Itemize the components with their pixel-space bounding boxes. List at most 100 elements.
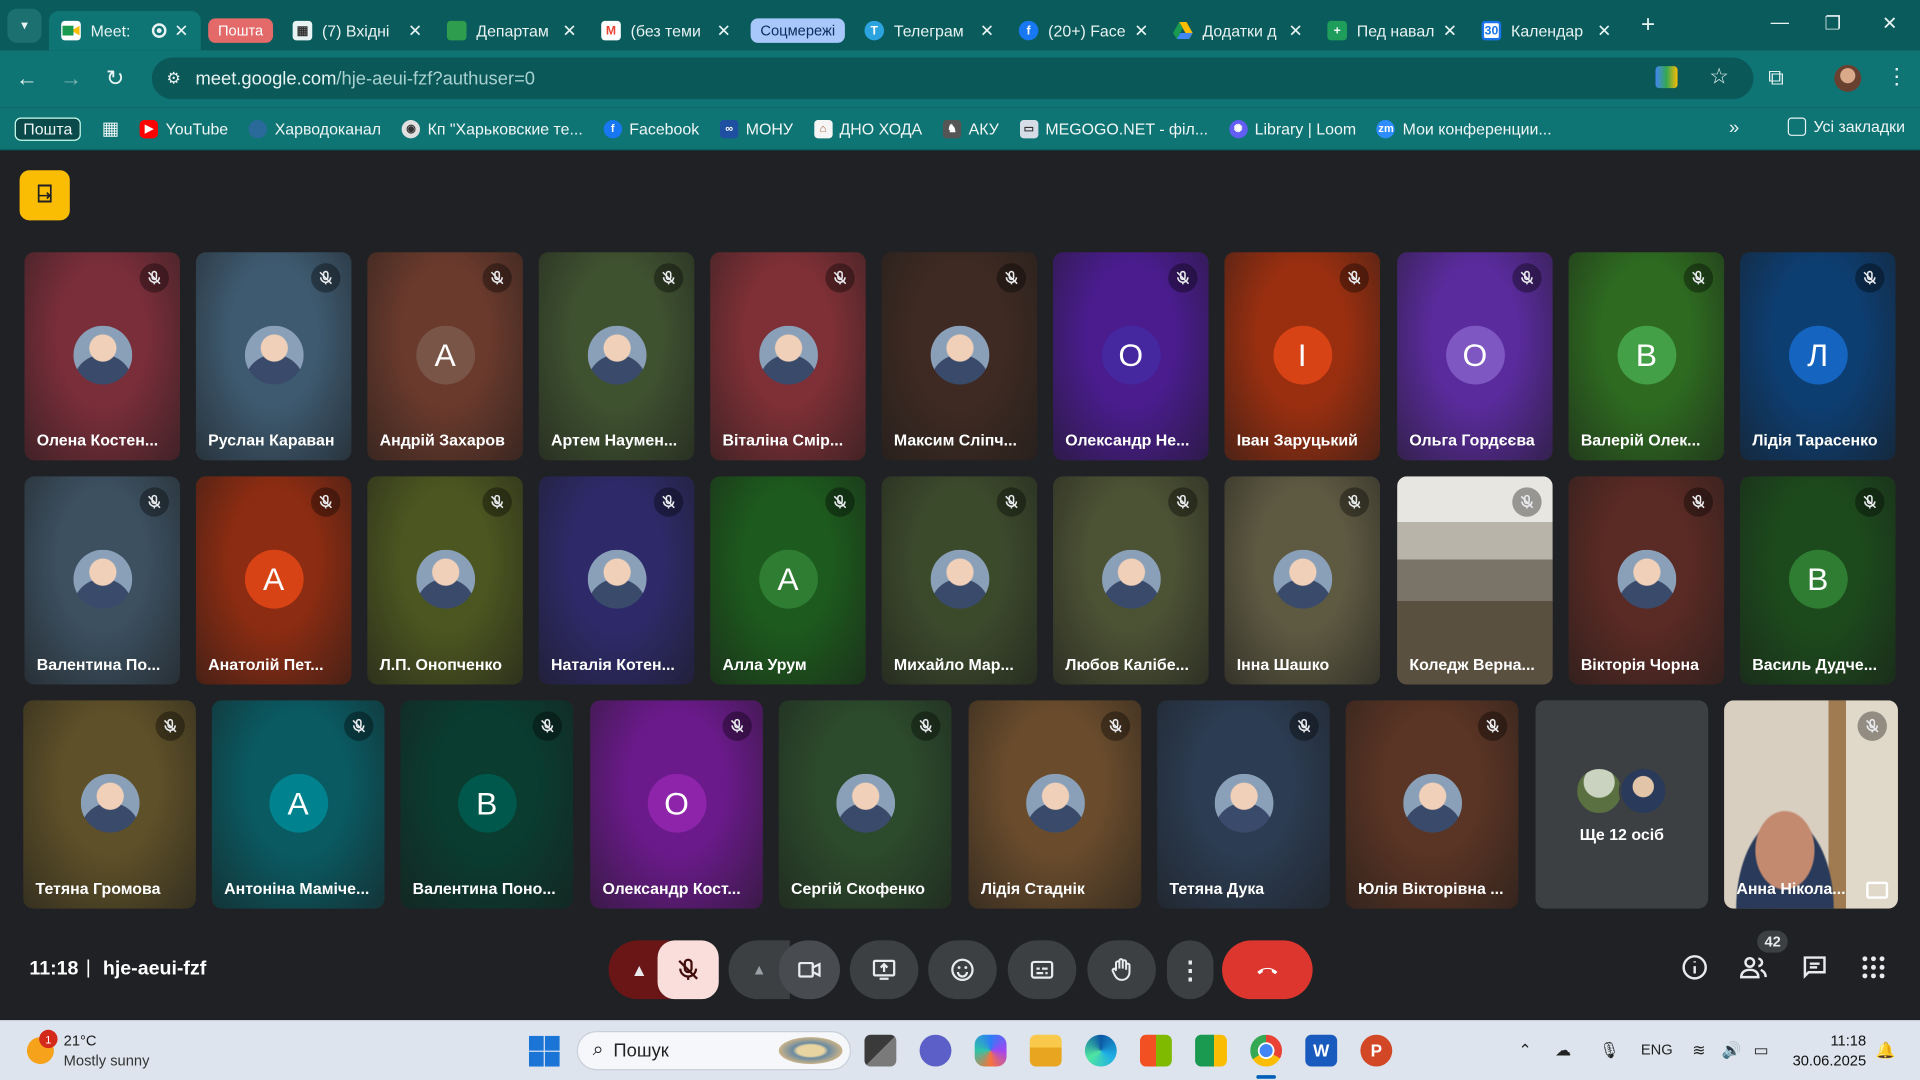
participant-tile[interactable]: В Валентина Поно... bbox=[400, 700, 574, 909]
participant-tile[interactable]: Валентина По... bbox=[24, 476, 181, 685]
participant-tile[interactable]: О Олександр Не... bbox=[1053, 252, 1209, 461]
show-hidden-icons-icon[interactable]: ⌃ bbox=[1518, 1041, 1531, 1061]
participant-tile[interactable]: Коледж Верна... bbox=[1397, 476, 1553, 685]
tab-group-mail[interactable]: Пошта bbox=[208, 17, 274, 43]
bookmark-star-icon[interactable]: ☆ bbox=[1709, 64, 1729, 90]
participant-tile[interactable]: Л Лідія Тарасенко bbox=[1740, 252, 1896, 461]
system-clock[interactable]: 11:18 30.06.2025 bbox=[1790, 1031, 1867, 1070]
profile-avatar[interactable] bbox=[1834, 64, 1862, 92]
more-participants-tile[interactable]: Ще 12 осіб bbox=[1535, 700, 1709, 909]
participant-tile[interactable]: Тетяна Дука bbox=[1157, 700, 1330, 909]
people-icon[interactable] bbox=[1739, 953, 1768, 989]
tab-sheets[interactable]: + Пед навал ✕ bbox=[1315, 11, 1469, 50]
more-options-button[interactable]: ⋮ bbox=[1166, 940, 1214, 1000]
bookmark-loom[interactable]: ✺ Library | Loom bbox=[1228, 119, 1356, 138]
participant-tile[interactable]: Наталія Котен... bbox=[538, 476, 695, 685]
mic-toggle-button[interactable] bbox=[657, 940, 719, 1000]
participant-tile[interactable]: О Олександр Кост... bbox=[590, 700, 763, 909]
participant-tile[interactable]: Анна Нікола... bbox=[1724, 700, 1898, 909]
microphone-icon[interactable]: 🎙 bbox=[1599, 1041, 1619, 1061]
chrome-icon[interactable] bbox=[1250, 1034, 1283, 1067]
participant-tile[interactable]: Олена Костен... bbox=[24, 252, 181, 461]
tab-department[interactable]: Департам ✕ bbox=[435, 11, 589, 50]
notifications-bell-icon[interactable]: 🔔 bbox=[1876, 1041, 1896, 1061]
participant-tile[interactable]: Тетяна Громова bbox=[23, 700, 196, 909]
participant-tile[interactable]: Лідія Стаднік bbox=[968, 700, 1142, 909]
participant-tile[interactable]: Вікторія Чорна bbox=[1568, 476, 1725, 685]
tab-facebook[interactable]: f (20+) Face ✕ bbox=[1007, 11, 1161, 50]
chat-icon[interactable] bbox=[1800, 953, 1829, 989]
tab-drive[interactable]: Додатки д ✕ bbox=[1161, 11, 1315, 50]
close-tab-icon[interactable]: ✕ bbox=[408, 20, 422, 41]
wifi-icon[interactable]: ≋ bbox=[1692, 1041, 1705, 1061]
forward-icon[interactable]: → bbox=[49, 66, 93, 92]
bookmark-facebook[interactable]: f Facebook bbox=[603, 119, 699, 138]
apps-grid-icon[interactable]: ▦ bbox=[102, 118, 119, 140]
tab-group-social[interactable]: Соцмережі bbox=[750, 17, 845, 43]
restore-icon[interactable]: ❐ bbox=[1824, 12, 1840, 34]
close-tab-icon[interactable]: ✕ bbox=[1597, 20, 1611, 41]
raise-hand-button[interactable] bbox=[1087, 940, 1156, 1000]
address-bar[interactable]: ⚙ meet.google.com/hje-aeui-fzf?authuser=… bbox=[151, 57, 1754, 100]
minimize-icon[interactable]: — bbox=[1771, 12, 1789, 33]
participant-tile[interactable]: Віталіна Смір... bbox=[710, 252, 866, 461]
file-explorer-icon[interactable] bbox=[1029, 1034, 1062, 1067]
edge-icon[interactable] bbox=[1084, 1034, 1117, 1067]
participant-tile[interactable]: А Анатолій Пет... bbox=[195, 476, 352, 685]
word-icon[interactable]: W bbox=[1305, 1034, 1338, 1067]
more-bookmarks-icon[interactable]: » bbox=[1729, 118, 1739, 139]
close-tab-icon[interactable]: ✕ bbox=[1289, 20, 1303, 41]
language-indicator[interactable]: ENG bbox=[1641, 1041, 1673, 1058]
url-text[interactable]: meet.google.com/hje-aeui-fzf?authuser=0 bbox=[195, 68, 535, 89]
close-tab-icon[interactable]: ✕ bbox=[980, 20, 994, 41]
participant-tile[interactable]: Інна Шашко bbox=[1224, 476, 1381, 685]
bookmark-mail-group[interactable]: Пошта bbox=[14, 116, 81, 141]
participant-tile[interactable]: В Валерій Олек... bbox=[1568, 252, 1725, 461]
participant-tile[interactable]: В Василь Дудче... bbox=[1740, 476, 1896, 685]
participant-tile[interactable]: Михайло Мар... bbox=[881, 476, 1038, 685]
participant-tile[interactable]: І Іван Заруцький bbox=[1224, 252, 1381, 461]
copilot-icon[interactable] bbox=[974, 1034, 1007, 1067]
reactions-button[interactable] bbox=[928, 940, 997, 1000]
bookmark-megogo[interactable]: ▭ MEGOGO.NET - філ... bbox=[1019, 119, 1208, 138]
powerpoint-icon[interactable]: P bbox=[1360, 1034, 1393, 1067]
tab-search-chevron-icon[interactable]: ▾ bbox=[7, 7, 42, 43]
close-tab-icon[interactable]: ✕ bbox=[1134, 20, 1148, 41]
back-icon[interactable]: ← bbox=[5, 66, 49, 92]
camera-in-use-icon[interactable] bbox=[1655, 66, 1678, 89]
bookmark-dno[interactable]: ⌂ ДНО ХОДА bbox=[813, 119, 922, 138]
teams-chat-icon[interactable] bbox=[919, 1034, 952, 1067]
close-window-icon[interactable]: ✕ bbox=[1882, 12, 1897, 34]
participant-tile[interactable]: Юлія Вікторівна ... bbox=[1345, 700, 1519, 909]
task-view-icon[interactable] bbox=[864, 1034, 897, 1067]
battery-icon[interactable]: ▭ bbox=[1753, 1041, 1768, 1061]
bookmark-aku[interactable]: ♞ АКУ bbox=[942, 119, 999, 138]
bookmark-monu[interactable]: ∞ МОНУ bbox=[720, 119, 793, 138]
bookmark-kp[interactable]: ◉ Кп "Харьковские те... bbox=[401, 119, 583, 138]
onedrive-icon[interactable]: ☁ bbox=[1555, 1041, 1571, 1061]
all-bookmarks[interactable]: Усі закладки bbox=[1787, 117, 1905, 136]
weather-widget[interactable]: 1 21°C Mostly sunny bbox=[26, 1029, 149, 1070]
extensions-icon[interactable]: ⧉ bbox=[1768, 65, 1784, 91]
tab-telegram[interactable]: T Телеграм ✕ bbox=[852, 11, 1006, 50]
participant-tile[interactable]: О Ольга Гордєєва bbox=[1397, 252, 1553, 461]
meet-app-icon[interactable] bbox=[1195, 1034, 1227, 1067]
close-tab-icon[interactable]: ✕ bbox=[174, 20, 188, 41]
participant-tile[interactable]: Сергій Скофенко bbox=[778, 700, 952, 909]
participant-tile[interactable]: А Андрій Захаров bbox=[367, 252, 523, 461]
bookmark-harvodokanal[interactable]: Харводоканал bbox=[248, 119, 381, 138]
bookmark-zoom[interactable]: zm Мои конференции... bbox=[1376, 119, 1552, 138]
leave-call-button[interactable] bbox=[1222, 940, 1313, 1000]
windows-start-icon[interactable] bbox=[528, 1035, 560, 1067]
volume-icon[interactable]: 🔊 bbox=[1722, 1041, 1742, 1061]
participant-tile[interactable]: А Алла Урум bbox=[710, 476, 866, 685]
activities-grid-icon[interactable] bbox=[1859, 953, 1888, 989]
camera-toggle-button[interactable] bbox=[778, 940, 841, 1000]
participant-tile[interactable]: Максим Сліпч... bbox=[881, 252, 1038, 461]
tab-calendar[interactable]: 30 Календар ✕ bbox=[1469, 11, 1623, 50]
tab-inbox[interactable]: ▦ (7) Вхідні ✕ bbox=[280, 11, 434, 50]
present-screen-button[interactable] bbox=[849, 940, 919, 1000]
close-tab-icon[interactable]: ✕ bbox=[717, 20, 731, 41]
meeting-room-icon[interactable]: ⍈ bbox=[19, 170, 70, 221]
microsoft-store-icon[interactable] bbox=[1140, 1034, 1172, 1067]
